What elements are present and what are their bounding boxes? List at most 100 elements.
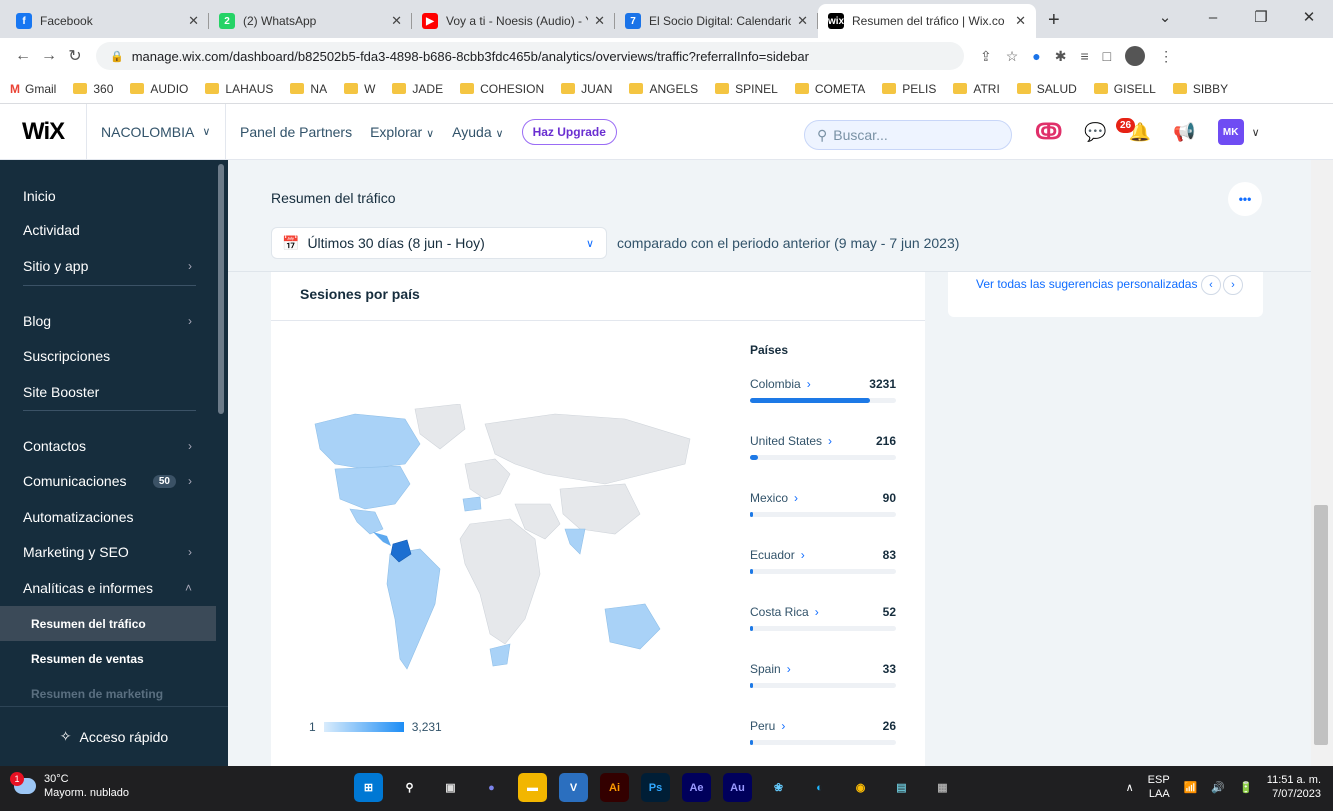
edge-icon[interactable]: ◐: [805, 773, 834, 802]
upgrade-button[interactable]: Haz Upgrade: [521, 118, 617, 145]
extension-icon[interactable]: ●: [1032, 48, 1040, 64]
tray-overflow-icon[interactable]: ∧: [1126, 781, 1134, 794]
bookmark-item[interactable]: ANGELS: [629, 82, 698, 96]
language-indicator[interactable]: ESP LAA: [1148, 773, 1170, 801]
country-row[interactable]: Peru › 26: [750, 719, 896, 759]
new-tab-button[interactable]: +: [1048, 9, 1060, 32]
bookmark-item[interactable]: SIBBY: [1172, 82, 1228, 96]
bookmark-star-icon[interactable]: ☆: [1006, 48, 1019, 65]
wix-logo[interactable]: WiX: [0, 118, 86, 146]
next-arrow-icon[interactable]: ›: [1223, 275, 1243, 295]
bookmark-item[interactable]: JADE: [392, 82, 443, 96]
prev-arrow-icon[interactable]: ‹: [1201, 275, 1221, 295]
reload-icon[interactable]: ↻: [62, 46, 88, 66]
bookmark-item[interactable]: SALUD: [1016, 82, 1077, 96]
after-effects-icon[interactable]: Ae: [682, 773, 711, 802]
calculator-icon[interactable]: ▦: [928, 773, 957, 802]
bookmark-item[interactable]: ATRI: [953, 82, 1000, 96]
search-icon[interactable]: ⚲: [395, 773, 424, 802]
bookmark-item[interactable]: W: [344, 82, 375, 96]
sidebar-item[interactable]: Blog ›: [0, 303, 216, 339]
bookmark-item[interactable]: AUDIO: [130, 82, 188, 96]
sidebar-item[interactable]: Suscripciones: [0, 338, 216, 374]
sidebar-scrollbar[interactable]: [218, 164, 224, 414]
visio-icon[interactable]: V: [559, 773, 588, 802]
sidebar-subitem[interactable]: Resumen de marketing: [0, 676, 216, 711]
help-menu[interactable]: Ayuda ∨: [452, 124, 503, 140]
browser-tab[interactable]: 7 El Socio Digital: Calendario - ✕: [615, 4, 818, 38]
task-view-icon[interactable]: ▣: [436, 773, 465, 802]
explore-menu[interactable]: Explorar ∨: [370, 124, 434, 140]
avatar[interactable]: MK: [1217, 119, 1244, 145]
sidebar-item[interactable]: Comunicaciones 50 ›: [0, 463, 216, 499]
browser-menu-icon[interactable]: ⋮: [1159, 48, 1173, 65]
sidebar-item[interactable]: Actividad: [0, 212, 216, 248]
wifi-icon[interactable]: 📶: [1184, 781, 1198, 794]
chrome-icon[interactable]: ◉: [846, 773, 875, 802]
close-tab-icon[interactable]: ✕: [188, 13, 199, 29]
world-map[interactable]: [295, 404, 695, 714]
bookmark-item[interactable]: M Gmail: [10, 82, 56, 96]
close-tab-icon[interactable]: ✕: [594, 13, 605, 29]
close-tab-icon[interactable]: ✕: [1015, 13, 1026, 29]
sidebar-subitem[interactable]: Resumen del tráfico: [0, 606, 216, 641]
profile-avatar-icon[interactable]: [1125, 46, 1146, 66]
clock[interactable]: 11:51 a. m. 7/07/2023: [1267, 773, 1321, 801]
browser-tab[interactable]: 2 (2) WhatsApp ✕: [209, 4, 412, 38]
sidebar-subitem[interactable]: Resumen de ventas: [0, 641, 216, 676]
browser-tab[interactable]: wix Resumen del tráfico | Wix.co ✕: [818, 4, 1036, 38]
browser-tab[interactable]: ▶ Voy a ti - Noesis (Audio) - Yo ✕: [412, 4, 615, 38]
search-input[interactable]: ⚲ Buscar...: [804, 120, 1012, 150]
tab-search-icon[interactable]: ⌄: [1141, 8, 1189, 26]
reading-list-icon[interactable]: ≡: [1081, 48, 1089, 64]
page-scrollbar[interactable]: [1311, 160, 1333, 766]
bookmark-item[interactable]: GISELL: [1093, 82, 1156, 96]
illustrator-icon[interactable]: Ai: [600, 773, 629, 802]
all-suggestions-link[interactable]: Ver todas las sugerencias personalizadas: [976, 277, 1197, 291]
bookmark-item[interactable]: LAHAUS: [205, 82, 273, 96]
sidebar-item[interactable]: Site Booster: [0, 374, 216, 410]
country-row[interactable]: United States › 216: [750, 434, 896, 474]
megaphone-icon[interactable]: 📢: [1173, 122, 1195, 143]
country-row[interactable]: Costa Rica › 52: [750, 605, 896, 645]
volume-icon[interactable]: 🔊: [1211, 781, 1225, 794]
share-icon[interactable]: ⇪: [980, 48, 992, 65]
ascend-logo-icon[interactable]: ↂ: [1035, 119, 1062, 145]
browser-tab[interactable]: f Facebook ✕: [6, 4, 209, 38]
bookmark-item[interactable]: NA: [290, 82, 327, 96]
extensions-puzzle-icon[interactable]: ✱: [1055, 48, 1067, 65]
sidebar-item[interactable]: Inicio: [0, 178, 216, 214]
country-row[interactable]: Mexico › 90: [750, 491, 896, 531]
minimize-button[interactable]: –: [1189, 9, 1237, 26]
back-icon[interactable]: ←: [10, 47, 36, 65]
sidebar-item[interactable]: Sitio y app ›: [0, 248, 216, 284]
more-actions-button[interactable]: •••: [1228, 182, 1262, 216]
bookmark-item[interactable]: SPINEL: [715, 82, 778, 96]
chevron-down-icon[interactable]: ∨: [1252, 126, 1260, 139]
quick-access-button[interactable]: ✧ Acceso rápido: [0, 706, 228, 766]
site-selector[interactable]: NACOLOMBIA ∨: [86, 103, 226, 160]
partners-link[interactable]: Panel de Partners: [240, 124, 352, 140]
bookmark-item[interactable]: COHESION: [460, 82, 544, 96]
sidebar-item[interactable]: Analíticas e informes ˄: [0, 570, 216, 606]
close-tab-icon[interactable]: ✕: [391, 13, 402, 29]
url-field[interactable]: 🔒 manage.wix.com/dashboard/b82502b5-fda3…: [96, 42, 964, 70]
country-row[interactable]: Ecuador › 83: [750, 548, 896, 588]
sidebar-item[interactable]: Automatizaciones: [0, 499, 216, 535]
bookmark-item[interactable]: 360: [73, 82, 113, 96]
scrollbar-thumb[interactable]: [1314, 505, 1328, 745]
date-range-select[interactable]: 📅 Últimos 30 días (8 jun - Hoy) ∨: [271, 227, 607, 259]
close-tab-icon[interactable]: ✕: [797, 13, 808, 29]
forward-icon[interactable]: →: [36, 47, 62, 65]
chat-icon[interactable]: 💬: [1084, 122, 1106, 143]
audition-icon[interactable]: Au: [723, 773, 752, 802]
app-icon[interactable]: ❀: [764, 773, 793, 802]
restore-button[interactable]: ❐: [1237, 8, 1285, 26]
bookmark-item[interactable]: COMETA: [794, 82, 865, 96]
country-row[interactable]: Colombia › 3231: [750, 377, 896, 417]
sidebar-item[interactable]: Marketing y SEO ›: [0, 534, 216, 570]
side-panel-icon[interactable]: □: [1103, 48, 1111, 64]
country-row[interactable]: Spain › 33: [750, 662, 896, 702]
teams-chat-icon[interactable]: ●: [477, 773, 506, 802]
battery-icon[interactable]: 🔋: [1239, 781, 1253, 794]
